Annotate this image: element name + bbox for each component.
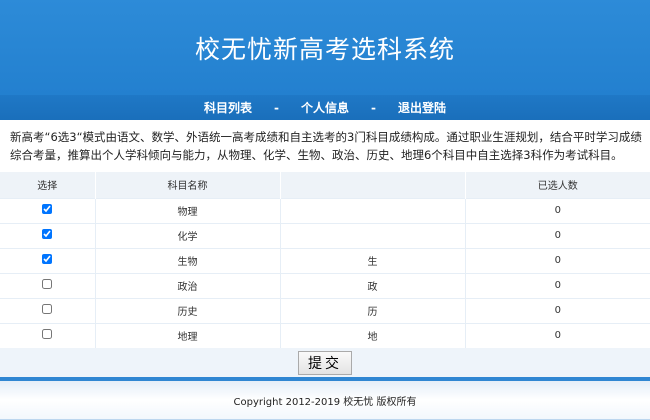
subject-checkbox[interactable] [42, 204, 53, 214]
table-row: 物理 0 [0, 197, 650, 223]
subject-abbr: 地 [279, 322, 465, 348]
header: 校无忧新高考选科系统 [0, 0, 650, 95]
subject-checkbox[interactable] [42, 329, 53, 340]
submit-button[interactable]: 提交 [298, 350, 352, 375]
select-cell [0, 197, 95, 223]
selected-count: 0 [464, 247, 650, 273]
header-abbr [279, 172, 465, 198]
selected-count: 0 [464, 272, 650, 298]
header-subject-name: 科目名称 [94, 172, 280, 198]
subject-checkbox[interactable] [42, 279, 53, 289]
subject-abbr: 历 [279, 297, 465, 323]
subject-abbr [279, 197, 465, 223]
table-row: 地理 地 0 [0, 322, 650, 348]
selected-count: 0 [464, 197, 650, 223]
subject-name: 化学 [94, 222, 280, 248]
subject-name: 政治 [94, 272, 280, 298]
header-select: 选择 [0, 172, 95, 198]
nav-separator: - [274, 100, 279, 115]
submit-row: 提交 [0, 348, 650, 377]
header-selected-count: 已选人数 [464, 172, 650, 198]
nav-subject-list[interactable]: 科目列表 [204, 99, 252, 116]
subject-name: 地理 [94, 322, 280, 348]
nav-bar: 科目列表 - 个人信息 - 退出登陆 [0, 95, 650, 120]
subject-name: 物理 [94, 197, 280, 223]
select-cell [0, 322, 95, 348]
nav-separator: - [371, 100, 376, 115]
site-title: 校无忧新高考选科系统 [194, 34, 455, 64]
nav-personal-info[interactable]: 个人信息 [301, 99, 349, 116]
intro-text: 新高考“6选3“模式由语文、数学、外语统一高考成绩和自主选考的3门科目成绩构成。… [10, 130, 642, 162]
select-cell [0, 297, 95, 323]
footer: Copyright 2012-2019 校无忧 版权所有 [0, 381, 650, 420]
table-row: 化学 0 [0, 222, 650, 248]
selected-count: 0 [464, 297, 650, 323]
table-row: 生物 生 0 [0, 247, 650, 273]
subject-name: 生物 [94, 247, 280, 273]
subject-table: 选择 科目名称 已选人数 物理 0 化学 0 生物 生 0 政治 政 0 历史 … [0, 172, 650, 348]
nav-logout[interactable]: 退出登陆 [398, 99, 446, 116]
subject-abbr: 生 [279, 247, 465, 273]
table-row: 政治 政 0 [0, 272, 650, 298]
selected-count: 0 [464, 322, 650, 348]
subject-abbr: 政 [279, 272, 465, 298]
select-cell [0, 222, 95, 248]
subject-checkbox[interactable] [42, 229, 53, 239]
table-row: 历史 历 0 [0, 297, 650, 323]
subject-abbr [279, 222, 465, 248]
subject-checkbox[interactable] [42, 254, 53, 264]
subject-checkbox[interactable] [42, 304, 53, 314]
select-cell [0, 247, 95, 273]
subject-name: 历史 [94, 297, 280, 323]
select-cell [0, 272, 95, 298]
selected-count: 0 [464, 222, 650, 248]
